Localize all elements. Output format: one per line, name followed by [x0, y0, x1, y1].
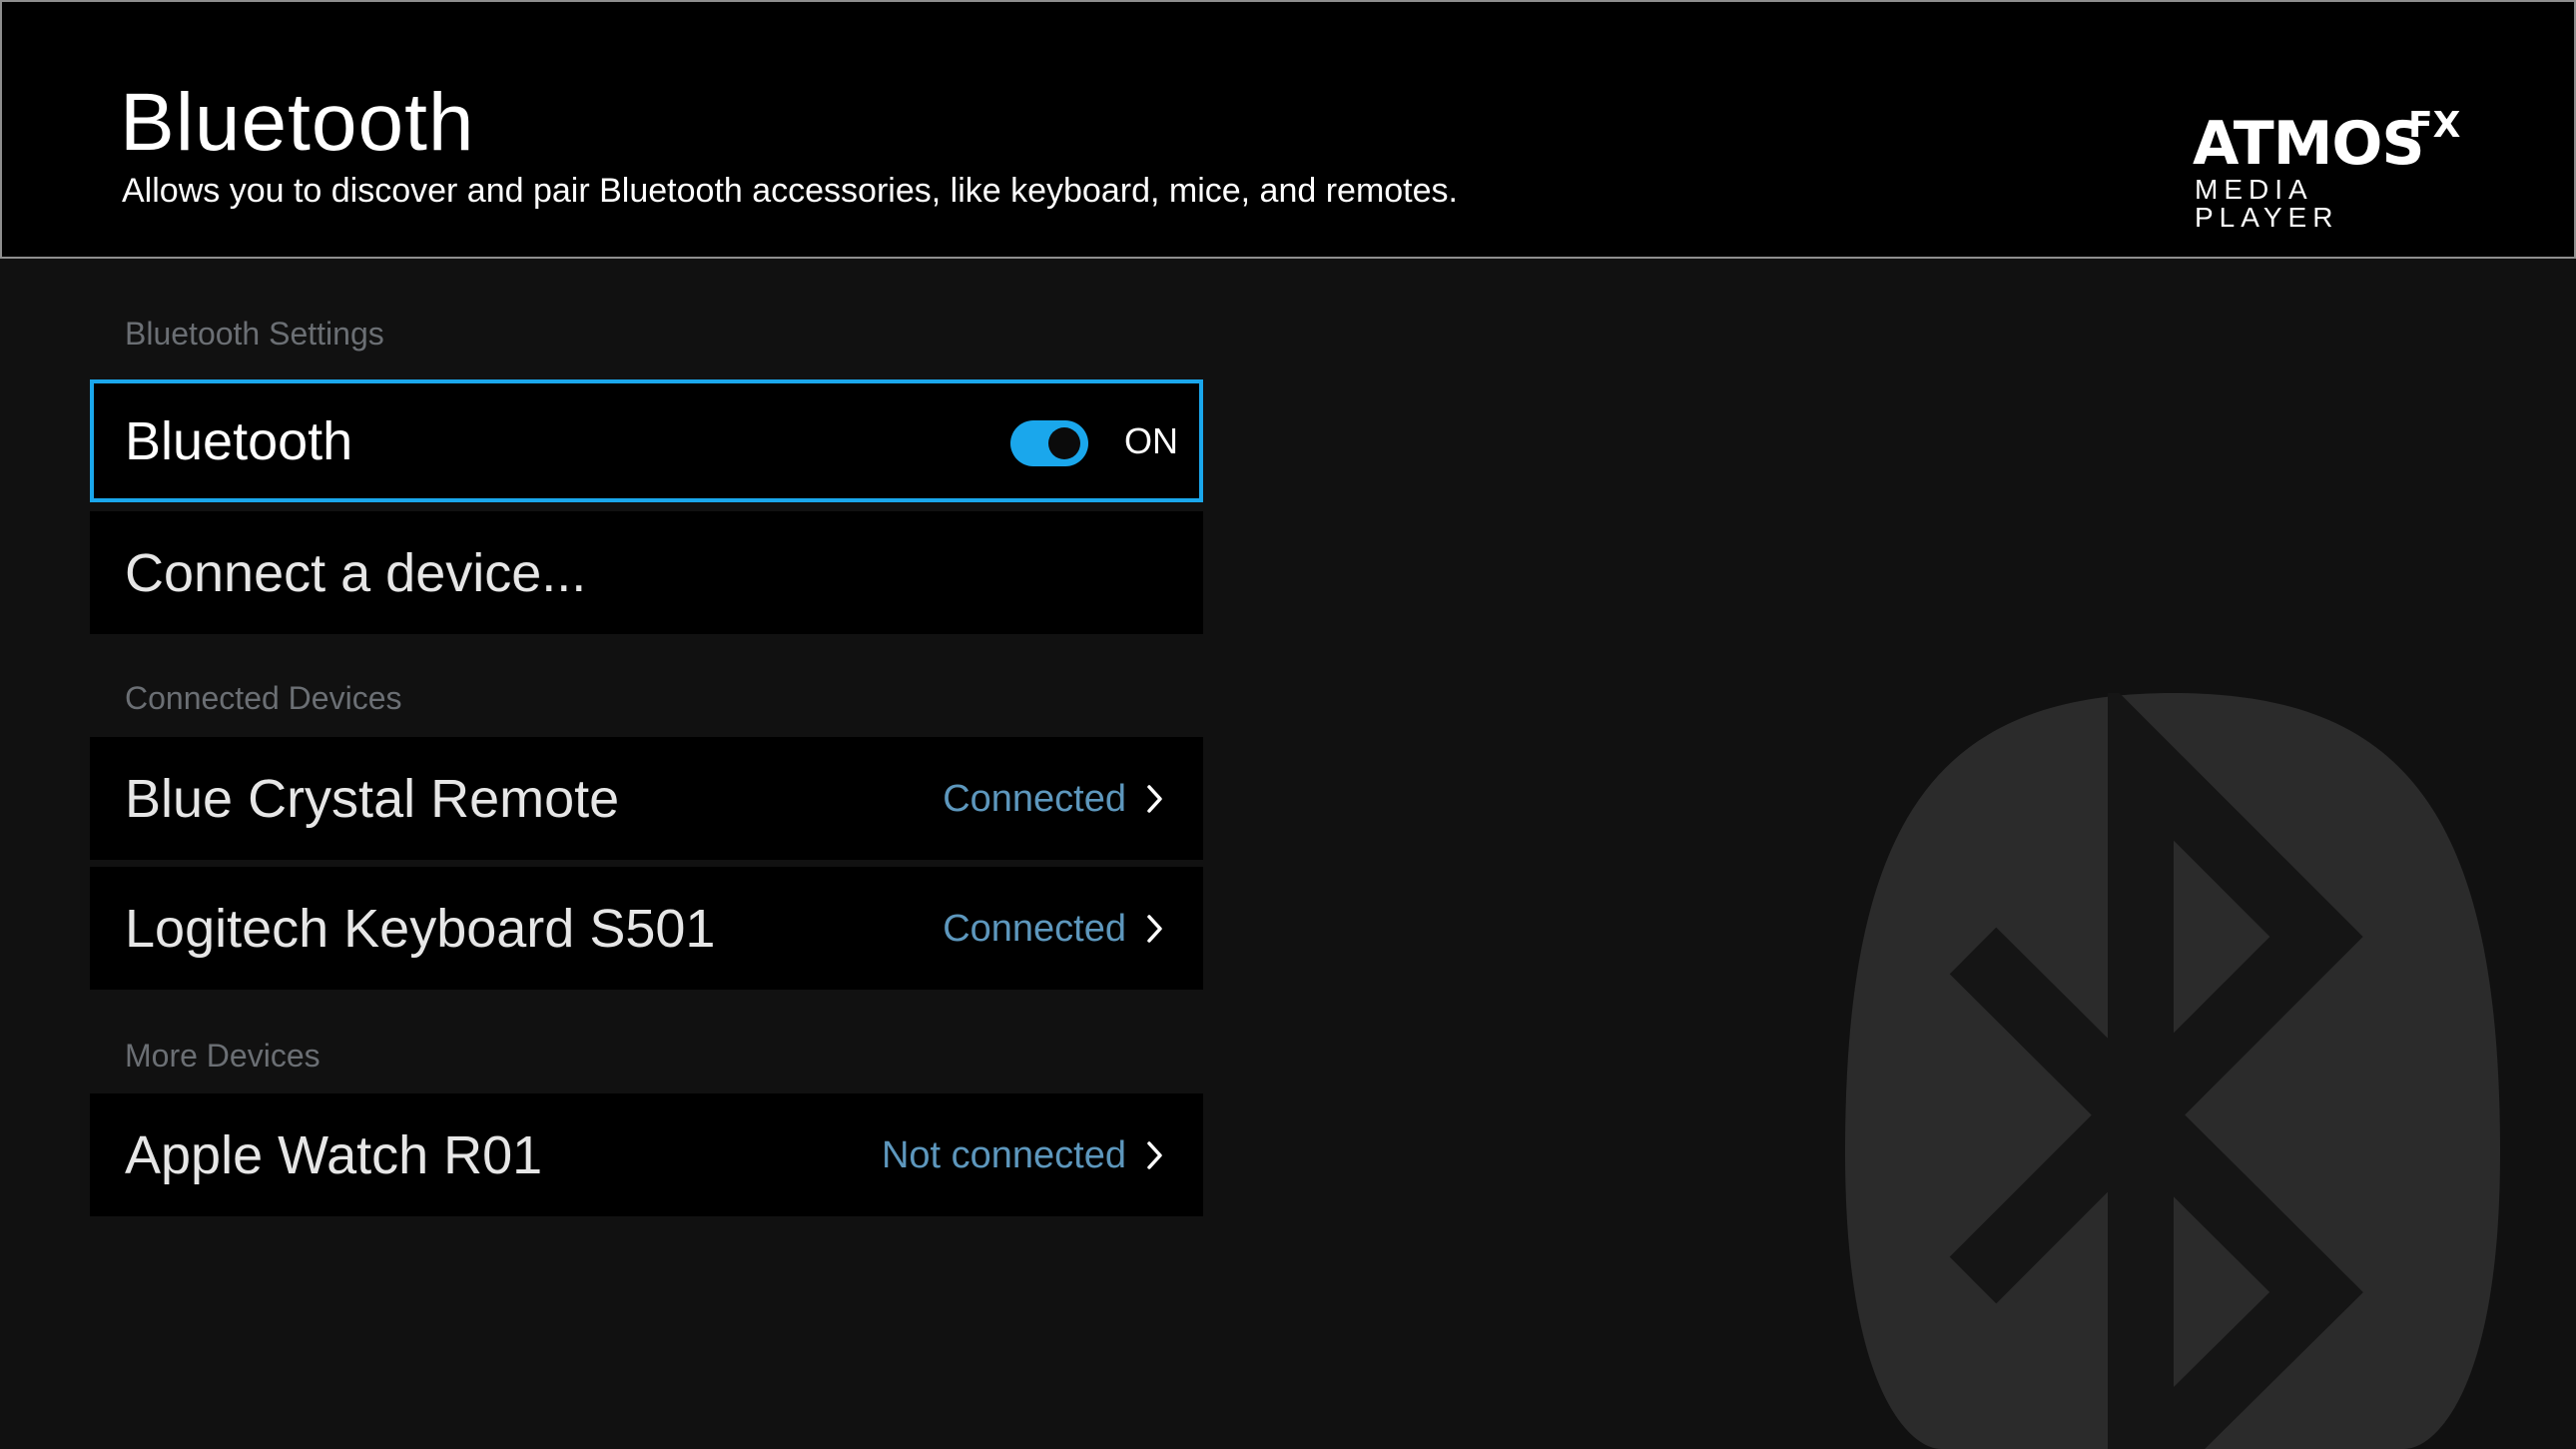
device-name: Apple Watch R01	[125, 1124, 543, 1185]
chevron-right-icon	[1147, 1140, 1162, 1169]
brand-logo: ATMOS FX MEDIA PLAYER	[2193, 108, 2462, 232]
chevron-right-icon	[1147, 784, 1162, 813]
brand-logo-sub: MEDIA PLAYER	[2195, 174, 2339, 233]
toggle-knob	[1048, 427, 1080, 459]
device-status: Not connected	[881, 1133, 1126, 1176]
section-label-connected: Connected Devices	[125, 680, 402, 716]
device-row-blue-crystal-remote[interactable]: Blue Crystal Remote Connected	[90, 737, 1203, 860]
brand-logo-suffix: FX	[2408, 105, 2461, 146]
bluetooth-toggle-switch[interactable]	[1010, 420, 1088, 466]
bluetooth-icon	[1845, 693, 2500, 1449]
device-row-apple-watch[interactable]: Apple Watch R01 Not connected	[90, 1093, 1203, 1216]
device-name: Blue Crystal Remote	[125, 768, 620, 829]
section-label-settings: Bluetooth Settings	[125, 316, 384, 352]
connect-device-label: Connect a device...	[125, 542, 587, 603]
device-row-logitech-keyboard[interactable]: Logitech Keyboard S501 Connected	[90, 867, 1203, 990]
chevron-right-icon	[1147, 914, 1162, 943]
page-header: Bluetooth Allows you to discover and pai…	[0, 0, 2576, 259]
connect-device-button[interactable]: Connect a device...	[90, 511, 1203, 634]
device-status: Connected	[943, 907, 1126, 950]
device-status: Connected	[943, 777, 1126, 820]
bluetooth-toggle-label: Bluetooth	[125, 410, 353, 471]
brand-logo-main: ATMOS	[2193, 109, 2425, 179]
page-subtitle: Allows you to discover and pair Bluetoot…	[122, 172, 1458, 210]
page-title: Bluetooth	[120, 77, 475, 168]
bluetooth-toggle-row[interactable]: Bluetooth ON	[90, 379, 1203, 502]
device-name: Logitech Keyboard S501	[125, 898, 716, 959]
bluetooth-toggle-state: ON	[1124, 419, 1178, 461]
section-label-more: More Devices	[125, 1038, 321, 1074]
